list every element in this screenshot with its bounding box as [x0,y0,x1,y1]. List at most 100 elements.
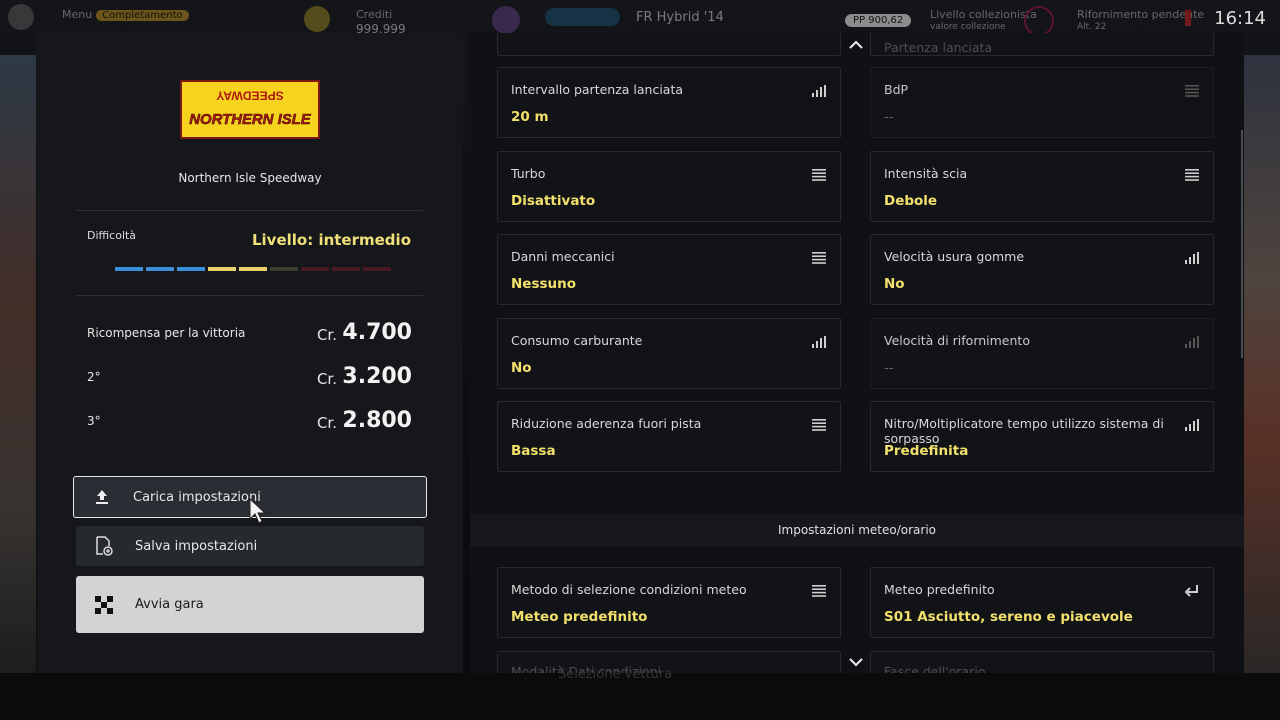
upload-icon [91,486,113,508]
settings-card[interactable]: Meteo predefinito S01 Asciutto, sereno e … [870,567,1214,638]
fuel-sub: Alt. 22 [1077,22,1107,32]
list-icon [812,166,826,181]
reward-currency: Cr. [316,326,337,344]
difficulty-segment [208,267,236,271]
setting-value: No [511,359,532,376]
setting-value: Predefinita [884,443,969,459]
settings-card[interactable]: Velocità usura gomme No [870,234,1214,305]
signal-icon [1185,249,1199,264]
setting-title: Danni meccanici [511,249,615,264]
reward-label: Ricompensa per la vittoria [87,326,246,340]
reward-currency: Cr. [316,414,337,432]
save-settings-button[interactable]: Salva impostazioni [76,526,424,566]
difficulty-segment [301,267,329,271]
scroll-up-chevron-icon[interactable] [849,40,863,50]
car-name: FR Hybrid '14 [636,10,724,25]
setting-value: Bassa [511,443,556,459]
reward-row-2nd: 2° Cr. 3.200 [87,362,412,390]
scroll-down-chevron-icon[interactable] [849,657,863,667]
difficulty-value: Livello: intermedio [251,231,411,249]
fuel-icon [1185,10,1191,26]
settings-card[interactable]: Intervallo partenza lanciata 20 m [497,67,841,138]
settings-card[interactable]: Metodo di selezione condizioni meteo Mete… [497,567,841,638]
track-logo-graphic: SPEEDWAY NORTHERN ISLE [184,82,316,137]
settings-card-partial[interactable]: Fasce dell'orario [870,651,1214,673]
reward-amount: 3.200 [342,364,412,389]
setting-title: Intervallo partenza lanciata [511,82,684,97]
setting-value: Disattivato [511,192,596,209]
settings-card[interactable]: Consumo carburante No [497,317,841,389]
menu-label: Menu Completamento [62,8,189,21]
collection-sub: valore collezione [930,22,1006,32]
load-settings-label: Carica impostazioni [133,489,261,505]
difficulty-bar [115,267,391,271]
credits-icon [304,6,330,32]
checkered-flag-icon [93,594,115,616]
background-right-edge [1242,55,1280,695]
setting-title: Velocità di rifornimento [884,332,1030,348]
menu-badge: Completamento [96,10,189,21]
setting-title: Fasce dell'orario [884,664,986,673]
save-settings-label: Salva impostazioni [135,538,258,554]
signal-icon [812,82,826,97]
garage-icon [492,6,520,34]
difficulty-label: Difficoltà [87,229,137,242]
bottom-bar: Selezione vettura [0,667,1280,720]
settings-card[interactable]: Danni meccanici Nessuno [497,234,841,305]
event-summary-panel: SPEEDWAY NORTHERN ISLE Northern Isle Spe… [37,33,463,673]
start-race-label: Avvia gara [135,597,204,612]
car-icon [545,8,620,26]
difficulty-segment [239,267,267,271]
difficulty-segment [146,267,174,271]
difficulty-segment [363,267,391,271]
weather-section-header: Impostazioni meteo/orario [470,514,1244,547]
pp-badge: PP 900,62 [845,14,912,27]
svg-text:NORTHERN ISLE: NORTHERN ISLE [189,112,312,128]
list-icon [1185,82,1199,97]
collection-level-icon [1024,6,1054,36]
bottom-hint: Selezione vettura [558,667,673,682]
collection-label: Livello collezionista [930,8,1037,21]
mouse-cursor-icon [249,497,267,524]
settings-card[interactable]: Nitro/Moltiplicatore tempo utilizzo sist… [870,401,1214,472]
background-left-edge [0,55,36,695]
setting-value: Nessuno [511,276,577,292]
setting-value: -- [884,109,894,125]
list-icon [812,249,826,264]
setting-value: Meteo predefinito [511,609,648,625]
settings-card[interactable]: Intensità scia Debole [870,150,1214,222]
signal-icon [1185,416,1199,431]
top-status-bar: Menu Completamento Crediti 999.999 FR Hyb… [0,0,1280,36]
settings-card[interactable]: Velocità di rifornimento -- [870,317,1214,389]
setting-title: BdP [884,82,909,97]
save-file-icon [93,535,115,557]
list-icon [1185,166,1199,181]
settings-card[interactable]: BdP -- [870,67,1214,138]
track-name: Northern Isle Speedway [178,171,322,185]
divider [75,210,423,211]
enter-icon [1184,582,1199,597]
race-settings-panel: Partenza lanciata Intervallo partenza la… [470,33,1244,673]
signal-icon [1185,333,1199,348]
settings-card[interactable]: Turbo Disattivato [497,150,841,222]
settings-card-partial[interactable]: Partenza lanciata [870,33,1214,56]
settings-card[interactable]: Riduzione aderenza fuori pista Bassa [497,401,841,472]
start-race-button[interactable]: Avvia gara [76,576,424,633]
signal-icon [812,333,826,348]
credits-label: Crediti [356,8,393,21]
difficulty-segment [332,267,360,271]
reward-row-1st: Ricompensa per la vittoria Cr. 4.700 [87,318,412,346]
svg-text:SPEEDWAY: SPEEDWAY [216,88,284,102]
list-icon [812,582,826,597]
setting-title: Partenza lanciata [884,40,993,55]
list-icon [812,416,826,431]
setting-title: Riduzione aderenza fuori pista [511,416,702,431]
setting-title: Nitro/Moltiplicatore tempo utilizzo sist… [884,416,1164,446]
profile-icon [8,4,34,30]
difficulty-segment [177,267,205,271]
clock: 16:14 [1214,8,1266,29]
reward-row-3rd: 3° Cr. 2.800 [87,406,412,434]
setting-title: Velocità usura gomme [884,249,1025,264]
scrollbar[interactable] [1241,130,1243,358]
settings-card-partial[interactable] [497,33,841,56]
